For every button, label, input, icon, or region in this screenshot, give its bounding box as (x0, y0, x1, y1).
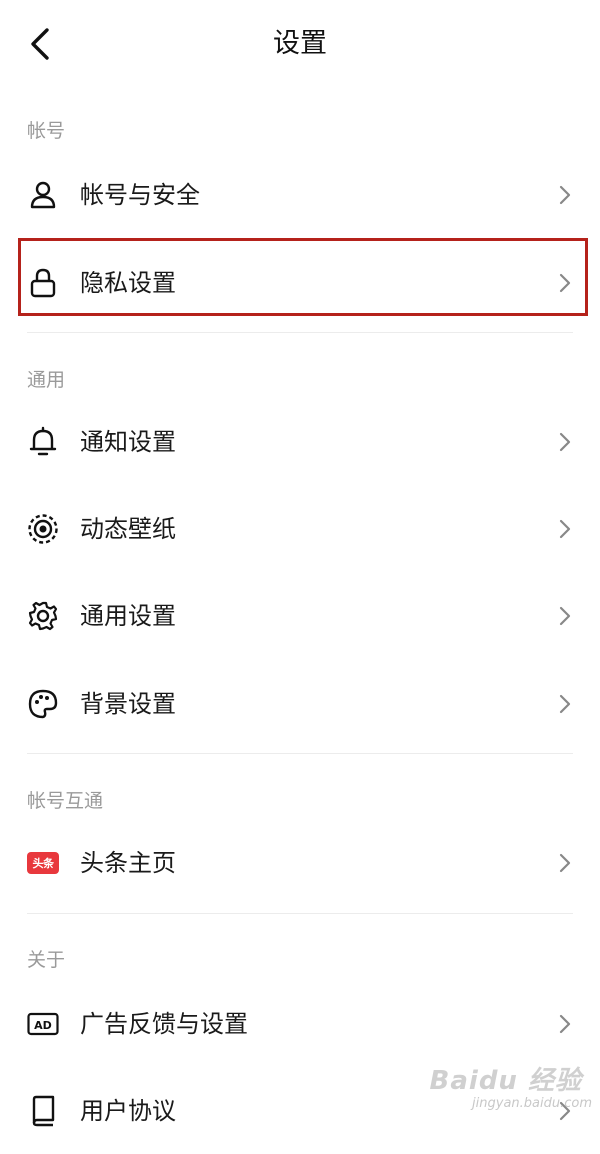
divider (27, 753, 573, 754)
chevron-right-icon (559, 694, 571, 714)
baidu-watermark-logo: Baidu 经验 (429, 1066, 582, 1096)
row-label: 隐私设置 (80, 269, 176, 297)
ad-icon: AD (26, 1007, 60, 1041)
top-bar: 设置 (0, 0, 600, 88)
row-privacy-settings[interactable]: 隐私设置 (0, 240, 600, 326)
row-account-security[interactable]: 帐号与安全 (0, 152, 600, 238)
toutiao-icon: 头条 (26, 846, 60, 880)
live-wallpaper-icon (26, 512, 60, 546)
row-label: 通用设置 (80, 602, 176, 630)
book-icon (26, 1094, 60, 1128)
chevron-right-icon (559, 1014, 571, 1034)
section-title-account: 帐号 (27, 120, 66, 142)
row-label: 帐号与安全 (80, 181, 200, 209)
row-label: 通知设置 (80, 428, 176, 456)
row-label: 用户协议 (80, 1097, 176, 1125)
chevron-right-icon (559, 606, 571, 626)
divider (27, 913, 573, 914)
user-icon (26, 178, 60, 212)
section-title-general: 通用 (27, 369, 66, 391)
row-label: 背景设置 (80, 690, 176, 718)
palette-icon (26, 687, 60, 721)
chevron-right-icon (559, 519, 571, 539)
svg-text:AD: AD (34, 1019, 52, 1032)
baidu-watermark-url: jingyan.baidu.com (472, 1096, 592, 1111)
bell-icon (26, 425, 60, 459)
row-notification-settings[interactable]: 通知设置 (0, 399, 600, 485)
row-label: 头条主页 (80, 849, 176, 877)
row-toutiao-homepage[interactable]: 头条 头条主页 (0, 820, 600, 906)
section-title-account-link: 帐号互通 (27, 790, 104, 812)
row-general-settings[interactable]: 通用设置 (0, 573, 600, 659)
lock-icon (26, 266, 60, 300)
row-background-settings[interactable]: 背景设置 (0, 661, 600, 747)
chevron-right-icon (559, 185, 571, 205)
chevron-right-icon (559, 273, 571, 293)
chevron-right-icon (559, 432, 571, 452)
row-ad-feedback[interactable]: AD 广告反馈与设置 (0, 981, 600, 1067)
row-label: 动态壁纸 (80, 515, 176, 543)
gear-icon (26, 599, 60, 633)
divider (27, 332, 573, 333)
row-live-wallpaper[interactable]: 动态壁纸 (0, 486, 600, 572)
page-title: 设置 (273, 28, 327, 59)
section-title-about: 关于 (27, 949, 66, 971)
row-label: 广告反馈与设置 (80, 1010, 248, 1038)
toutiao-badge: 头条 (27, 852, 59, 874)
chevron-right-icon (559, 853, 571, 873)
